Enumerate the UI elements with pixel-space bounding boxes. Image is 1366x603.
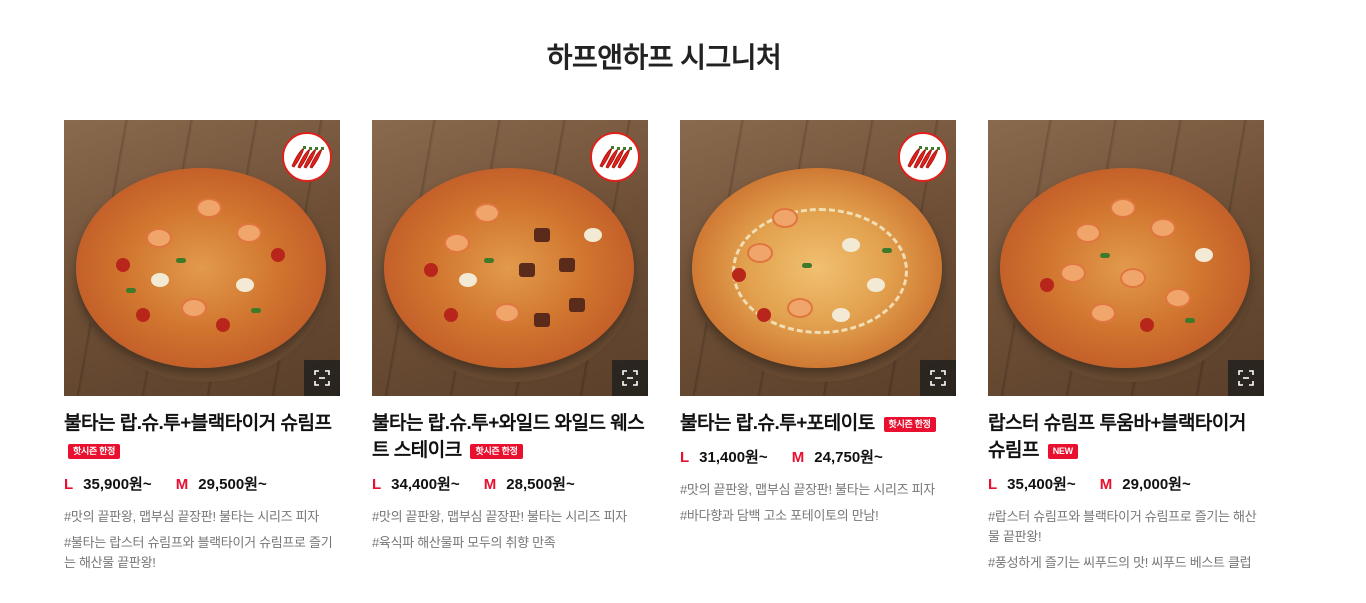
chili-peppers-icon: [898, 132, 948, 182]
price-medium: M 24,750원~: [791, 449, 883, 466]
zoom-expand-icon[interactable]: [304, 360, 340, 396]
product-description: #맛의 끝판왕, 맵부심 끝장판! 불타는 시리즈 피자 #바다향과 담백 고소…: [680, 482, 935, 523]
product-name[interactable]: 불타는 랍.슈.투+블랙타이거 슈림프 핫시즌 한정: [64, 410, 340, 464]
new-badge: NEW: [1047, 444, 1078, 459]
section-title: 하프앤하프 시그니처: [546, 42, 782, 73]
product-card[interactable]: 불타는 랍.슈.투+블랙타이거 슈림프 핫시즌 한정 L 35,900원~ M 29…: [64, 120, 340, 579]
pizza-image: [692, 168, 942, 368]
season-limited-badge: 핫시즌 한정: [883, 417, 936, 432]
pizza-image: [384, 168, 634, 368]
price-large: L 34,400원~: [372, 476, 460, 493]
season-limited-badge: 핫시즌 한정: [470, 444, 523, 459]
zoom-expand-icon[interactable]: [1228, 360, 1264, 396]
price-medium: M 28,500원~: [483, 476, 575, 493]
product-image[interactable]: [372, 120, 648, 396]
zoom-expand-icon[interactable]: [920, 360, 956, 396]
product-card[interactable]: 불타는 랍.슈.투+포테이토 핫시즌 한정 L 31,400원~ M 24,750원…: [680, 120, 956, 532]
product-image[interactable]: [988, 120, 1264, 396]
product-card[interactable]: 랍스터 슈림프 투움바+블랙타이거 슈림프 NEW L 35,400원~ M 29,…: [988, 120, 1264, 579]
product-image[interactable]: [680, 120, 956, 396]
product-description: #맛의 끝판왕, 맵부심 끝장판! 불타는 시리즈 피자 #불타는 랍스터 슈림…: [64, 509, 333, 570]
price-list: L 31,400원~ M 24,750원~: [680, 446, 956, 468]
price-large: L 35,900원~: [64, 476, 152, 493]
price-large: L 31,400원~: [680, 449, 768, 466]
price-medium: M 29,500원~: [175, 476, 267, 493]
price-medium: M 29,000원~: [1099, 476, 1191, 493]
product-name[interactable]: 불타는 랍.슈.투+와일드 와일드 웨스트 스테이크 핫시즌 한정: [372, 410, 648, 464]
price-list: L 35,900원~ M 29,500원~: [64, 473, 340, 495]
price-list: L 35,400원~ M 29,000원~: [988, 473, 1264, 495]
chili-peppers-icon: [590, 132, 640, 182]
chili-peppers-icon: [282, 132, 332, 182]
zoom-expand-icon[interactable]: [612, 360, 648, 396]
price-list: L 34,400원~ M 28,500원~: [372, 473, 648, 495]
pizza-image: [1000, 168, 1250, 368]
product-name[interactable]: 불타는 랍.슈.투+포테이토 핫시즌 한정: [680, 410, 956, 437]
season-limited-badge: 핫시즌 한정: [68, 444, 121, 459]
product-card[interactable]: 불타는 랍.슈.투+와일드 와일드 웨스트 스테이크 핫시즌 한정 L 34,40…: [372, 120, 648, 559]
price-large: L 35,400원~: [988, 476, 1076, 493]
product-description: #랍스터 슈림프와 블랙타이거 슈림프로 즐기는 해산물 끝판왕! #풍성하게 …: [988, 509, 1257, 570]
pizza-image: [76, 168, 326, 368]
product-description: #맛의 끝판왕, 맵부심 끝장판! 불타는 시리즈 피자 #육식파 해산물파 모…: [372, 509, 627, 550]
product-name[interactable]: 랍스터 슈림프 투움바+블랙타이거 슈림프 NEW: [988, 410, 1264, 464]
product-image[interactable]: [64, 120, 340, 396]
